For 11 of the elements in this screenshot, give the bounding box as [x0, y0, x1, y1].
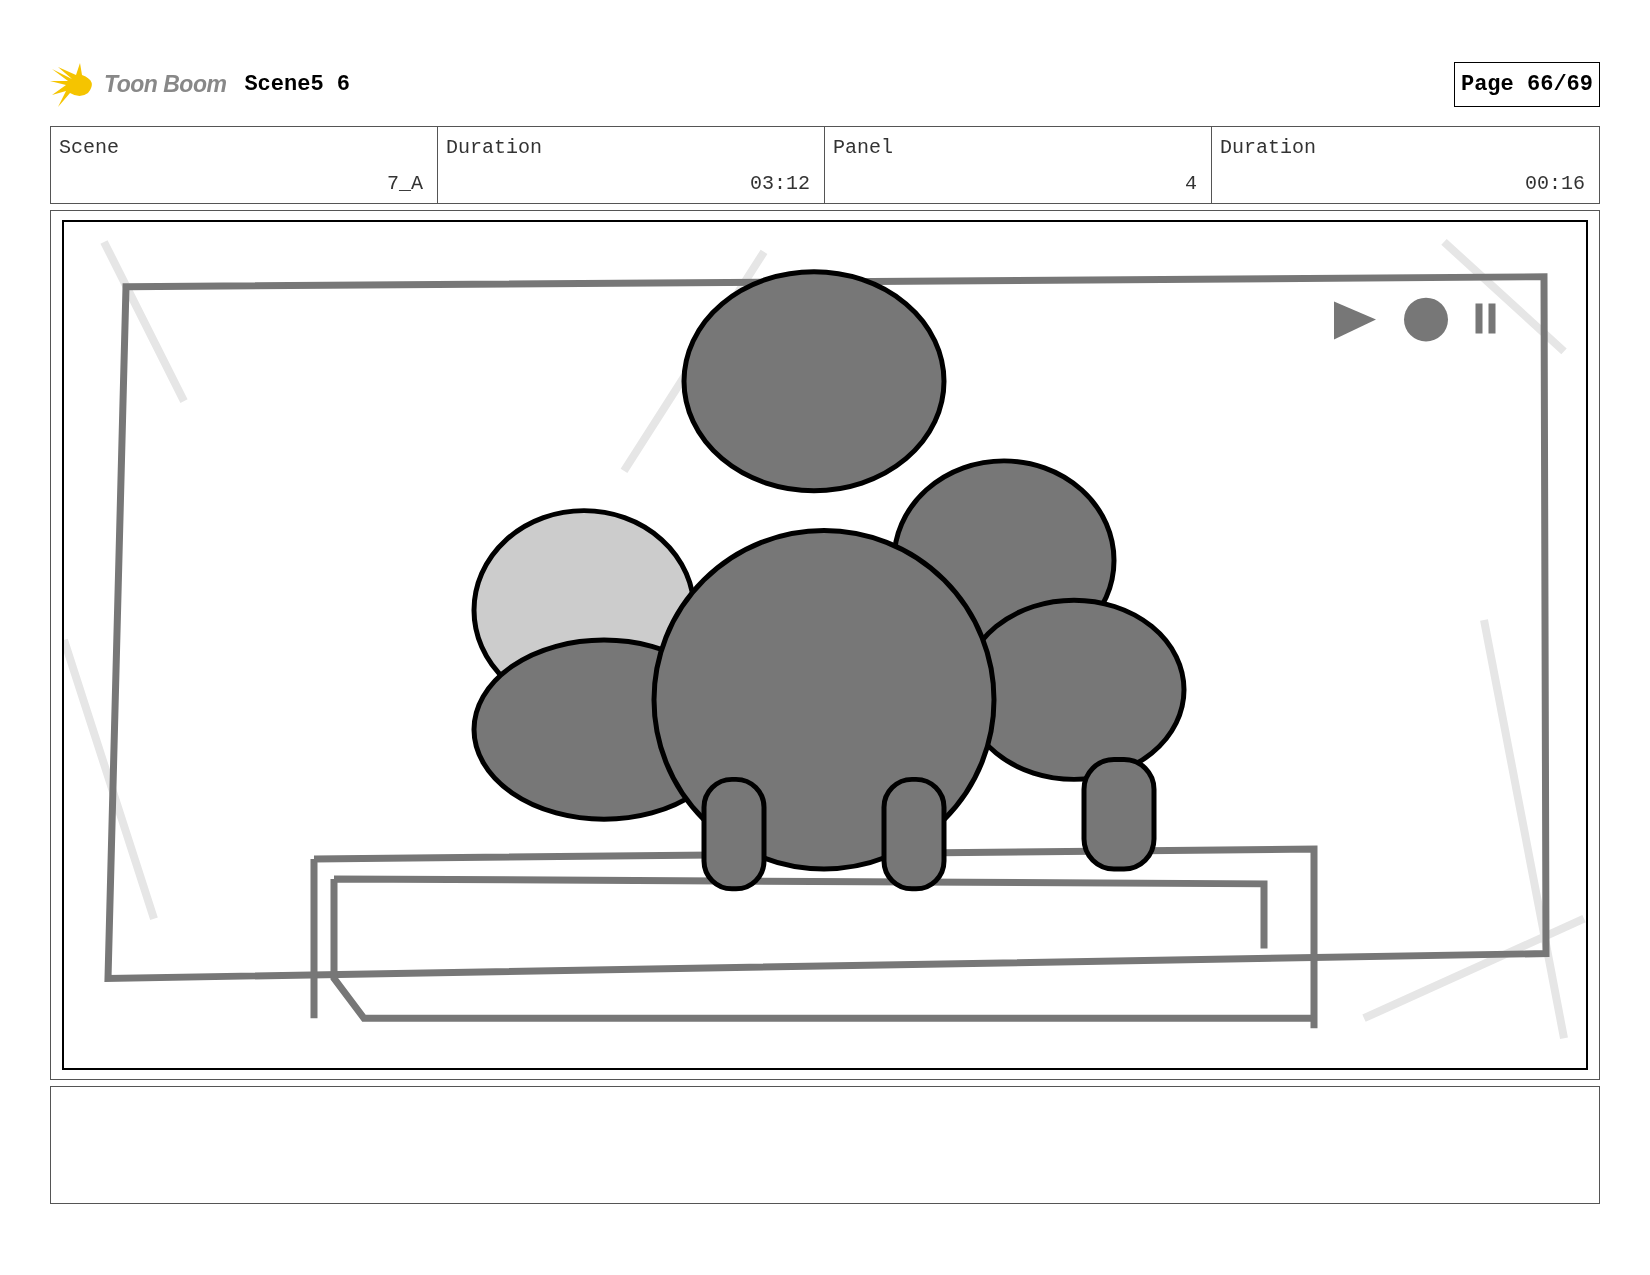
field-value: 00:16 [1525, 171, 1585, 197]
scene-title: Scene5 6 [244, 70, 351, 99]
field-value: 03:12 [750, 171, 810, 197]
field-label: Panel [833, 135, 894, 161]
field-value: 4 [1185, 171, 1197, 197]
logo-text: Toon Boom [104, 69, 227, 99]
field-label: Duration [446, 135, 543, 161]
field-value: 7_A [387, 171, 423, 197]
field-label: Duration [1220, 135, 1317, 161]
page-number: Page 66/69 [1453, 61, 1600, 107]
field-label: Scene [59, 135, 120, 161]
